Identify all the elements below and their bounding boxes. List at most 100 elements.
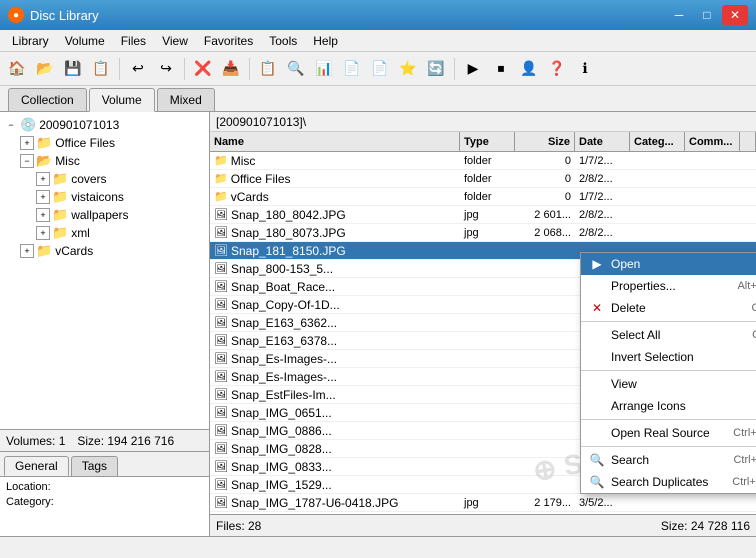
tree-node[interactable]: −💿200901071013 xyxy=(4,116,205,134)
toolbar-btn-9[interactable]: 📋 xyxy=(255,56,281,82)
context-menu-item-search-duplicates[interactable]: 🔍Search DuplicatesCtrl+Alt+D xyxy=(581,471,756,493)
file-date-cell: 3/5/2... xyxy=(575,497,630,509)
tree-node[interactable]: −📂Misc xyxy=(4,152,205,170)
file-name: Snap_IMG_1529... xyxy=(231,478,332,492)
tree-node[interactable]: +📁vCards xyxy=(4,242,205,260)
toolbar-btn-13[interactable]: 📄 xyxy=(367,56,393,82)
toolbar-btn-12[interactable]: 📄 xyxy=(339,56,365,82)
file-name-cell: 🖼Snap_E163_6378... xyxy=(210,334,460,348)
file-list[interactable]: 📁Miscfolder01/7/2...📁Office Filesfolder0… xyxy=(210,152,756,514)
menu-tools[interactable]: Tools xyxy=(261,32,305,50)
toolbar-btn-1[interactable]: 🏠 xyxy=(4,56,30,82)
context-menu-item-open-real-source[interactable]: Open Real SourceCtrl+Enter xyxy=(581,422,756,444)
toolbar-btn-3[interactable]: 💾 xyxy=(60,56,86,82)
tree-node[interactable]: +📁Office Files xyxy=(4,134,205,152)
file-sizeNum-cell: 2 068... xyxy=(515,227,575,239)
context-menu-item-select-all[interactable]: Select AllCtrl+A xyxy=(581,324,756,346)
file-name-cell: 🖼Snap_Copy-Of-1D... xyxy=(210,298,460,312)
file-row[interactable]: 🖼Snap_IMG_1787-U6-0418.JPGjpg2 179...3/5… xyxy=(210,494,756,512)
toolbar-btn-15[interactable]: 🔄 xyxy=(423,56,449,82)
toolbar-btn-18[interactable]: 👤 xyxy=(516,56,542,82)
file-row[interactable]: 📁Miscfolder01/7/2... xyxy=(210,152,756,170)
expand-icon[interactable]: + xyxy=(36,208,50,222)
file-row[interactable]: 🖼Snap_180_8042.JPGjpg2 601...2/8/2... xyxy=(210,206,756,224)
file-name-cell: 🖼Snap_IMG_0828... xyxy=(210,442,460,456)
main-layout: −💿200901071013+📁Office Files−📂Misc+📁cove… xyxy=(0,112,756,536)
tab-volume[interactable]: Volume xyxy=(89,88,155,112)
file-name-cell: 🖼Snap_Es-Images-... xyxy=(210,370,460,384)
info-tabs: General Tags Location: Category: xyxy=(0,451,209,536)
context-menu-item-invert-selection[interactable]: Invert Selection xyxy=(581,346,756,368)
window-title: Disc Library xyxy=(30,8,99,23)
expand-icon[interactable]: + xyxy=(36,190,50,204)
tabs-bar: Collection Volume Mixed xyxy=(0,86,756,112)
folder-icon: 📁 xyxy=(52,225,68,241)
tree-node[interactable]: +📁vistaicons xyxy=(4,188,205,206)
toolbar-btn-10[interactable]: 🔍 xyxy=(283,56,309,82)
tab-mixed[interactable]: Mixed xyxy=(157,88,215,111)
toolbar-btn-11[interactable]: 📊 xyxy=(311,56,337,82)
file-name-cell: 🖼Snap_IMG_1787-U6-0418.JPG xyxy=(210,496,460,510)
context-menu-item-open[interactable]: ▶OpenEnter xyxy=(581,253,756,275)
tab-collection[interactable]: Collection xyxy=(8,88,87,111)
toolbar-btn-4[interactable]: 📋 xyxy=(88,56,114,82)
close-button[interactable]: ✕ xyxy=(722,5,748,25)
col-header-type[interactable]: Type xyxy=(460,132,515,151)
col-header-name[interactable]: Name xyxy=(210,132,460,151)
expand-icon[interactable]: + xyxy=(36,226,50,240)
status-bar-left: Volumes: 1 Size: 194 216 716 xyxy=(0,429,209,451)
toolbar-btn-2[interactable]: 📂 xyxy=(32,56,58,82)
col-header-comm[interactable]: Comm... xyxy=(685,132,740,151)
title-controls[interactable]: ─ □ ✕ xyxy=(666,5,748,25)
file-name: Snap_IMG_1787-U6-0418.JPG xyxy=(231,496,398,510)
file-name-cell: 📁vCards xyxy=(210,190,460,204)
context-menu-item-delete[interactable]: ✕DeleteCtrl+D xyxy=(581,297,756,319)
col-header-date[interactable]: Date xyxy=(575,132,630,151)
file-row[interactable]: 🖼Snap_180_8073.JPGjpg2 068...2/8/2... xyxy=(210,224,756,242)
menu-library[interactable]: Library xyxy=(4,32,57,50)
info-tab-tags[interactable]: Tags xyxy=(71,456,118,476)
file-icon: 🖼 xyxy=(214,388,228,401)
category-label: Category: xyxy=(6,496,71,508)
toolbar-btn-8[interactable]: 📥 xyxy=(218,56,244,82)
expand-icon[interactable]: − xyxy=(4,118,18,132)
context-menu-item-view[interactable]: View▶ xyxy=(581,373,756,395)
info-tab-general[interactable]: General xyxy=(4,456,69,476)
tree-node[interactable]: +📁covers xyxy=(4,170,205,188)
tree-area[interactable]: −💿200901071013+📁Office Files−📂Misc+📁cove… xyxy=(0,112,209,429)
tree-node[interactable]: +📁wallpapers xyxy=(4,206,205,224)
toolbar-btn-6[interactable]: ↪ xyxy=(153,56,179,82)
menu-view[interactable]: View xyxy=(154,32,196,50)
expand-icon[interactable]: + xyxy=(20,244,34,258)
file-row[interactable]: 📁vCardsfolder01/7/2... xyxy=(210,188,756,206)
toolbar-btn-17[interactable]: ⏹ xyxy=(488,56,514,82)
file-row[interactable]: 📁Office Filesfolder02/8/2... xyxy=(210,170,756,188)
col-header-cat[interactable]: Categ... xyxy=(630,132,685,151)
toolbar-btn-7[interactable]: ❌ xyxy=(190,56,216,82)
menu-volume[interactable]: Volume xyxy=(57,32,113,50)
menu-help[interactable]: Help xyxy=(305,32,346,50)
context-menu-item-properties[interactable]: Properties...Alt+Enter xyxy=(581,275,756,297)
title-bar-left: ● Disc Library xyxy=(8,7,99,23)
toolbar-btn-5[interactable]: ↩ xyxy=(125,56,151,82)
disk-icon: 💿 xyxy=(20,117,36,133)
maximize-button[interactable]: □ xyxy=(694,5,720,25)
col-header-size[interactable]: Size xyxy=(515,132,575,151)
tree-node[interactable]: +📁xml xyxy=(4,224,205,242)
folder-icon: 📁 xyxy=(52,207,68,223)
expand-icon[interactable]: − xyxy=(20,154,34,168)
expand-icon[interactable]: + xyxy=(20,136,34,150)
toolbar-btn-20[interactable]: ℹ xyxy=(572,56,598,82)
files-count: Files: 28 xyxy=(216,519,261,533)
toolbar-btn-14[interactable]: ⭐ xyxy=(395,56,421,82)
expand-icon[interactable]: + xyxy=(36,172,50,186)
context-menu-item-search[interactable]: 🔍SearchCtrl+Alt+F xyxy=(581,449,756,471)
toolbar-btn-16[interactable]: ▶ xyxy=(460,56,486,82)
context-menu-item-arrange-icons[interactable]: Arrange Icons▶ xyxy=(581,395,756,417)
menu-favorites[interactable]: Favorites xyxy=(196,32,261,50)
toolbar-btn-19[interactable]: ❓ xyxy=(544,56,570,82)
menu-files[interactable]: Files xyxy=(113,32,154,50)
file-name: Snap_180_8073.JPG xyxy=(231,226,346,240)
file-row[interactable]: 🖼Snap_IMG_2543.jpgjpg167 9...3/5/2... xyxy=(210,512,756,514)
minimize-button[interactable]: ─ xyxy=(666,5,692,25)
